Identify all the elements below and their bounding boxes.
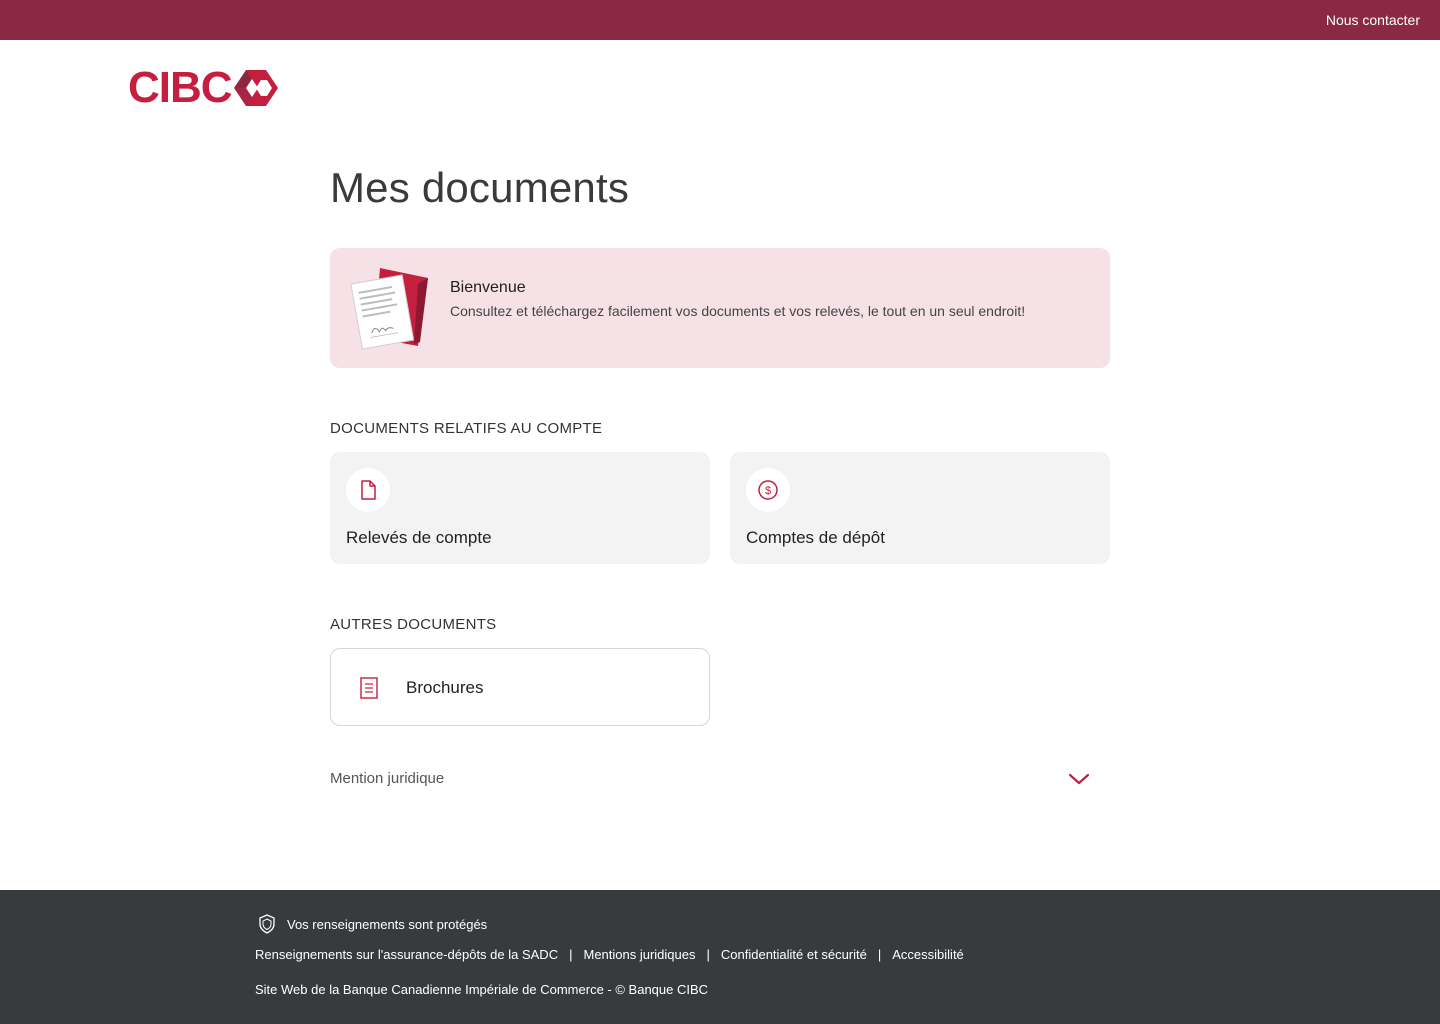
contact-link[interactable]: Nous contacter (1326, 12, 1420, 28)
icon-circle (346, 468, 390, 512)
brochure-icon (360, 677, 378, 699)
cibc-diamond-icon (233, 70, 278, 106)
footer-separator: | (569, 947, 573, 962)
dollar-circle-icon: $ (758, 480, 778, 500)
logo-text: CIBC (128, 63, 233, 112)
top-bar: Nous contacter (0, 0, 1440, 40)
welcome-description: Consultez et téléchargez facilement vos … (450, 303, 1026, 319)
welcome-title: Bienvenue (450, 279, 526, 296)
footer-separator: | (877, 947, 882, 962)
brochures-label: Brochures (406, 678, 484, 697)
protection-text: Vos renseignements sont protégés (287, 916, 488, 932)
chevron-down-icon[interactable] (1068, 772, 1090, 786)
documents-illustration (350, 268, 428, 350)
deposit-accounts-card[interactable]: $ Comptes de dépôt (730, 452, 1110, 564)
footer-separator: | (706, 947, 710, 962)
footer: Vos renseignements sont protégés Renseig… (0, 890, 1440, 1024)
icon-circle: $ (746, 468, 790, 512)
cibc-logo[interactable]: CIBC (128, 66, 278, 110)
legal-mention-toggle[interactable]: Mention juridique (330, 768, 1110, 792)
footer-copyright: Site Web de la Banque Canadienne Impéria… (255, 982, 709, 997)
welcome-banner: Bienvenue Consultez et téléchargez facil… (330, 248, 1110, 368)
shield-icon (259, 914, 275, 934)
legal-mention-label: Mention juridique (330, 770, 445, 787)
protection-notice: Vos renseignements sont protégés (258, 914, 487, 934)
brochures-item[interactable]: Brochures (330, 648, 710, 726)
card-label: Relevés de compte (346, 528, 492, 547)
account-documents-heading: DOCUMENTS RELATIFS AU COMPTE (330, 420, 603, 437)
account-statements-card[interactable]: Relevés de compte (330, 452, 710, 564)
footer-link-privacy[interactable]: Confidentialité et sécurité (721, 947, 867, 962)
footer-link-sadc[interactable]: Renseignements sur l'assurance-dépôts de… (255, 947, 558, 962)
page-title: Mes documents (330, 164, 630, 211)
svg-text:$: $ (765, 485, 771, 497)
card-label: Comptes de dépôt (746, 528, 885, 547)
other-documents-heading: AUTRES DOCUMENTS (330, 616, 497, 633)
footer-link-legal[interactable]: Mentions juridiques (583, 947, 695, 962)
footer-links: Renseignements sur l'assurance-dépôts de… (255, 947, 964, 962)
footer-link-accessibility[interactable]: Accessibilité (892, 947, 964, 962)
document-icon (361, 480, 376, 500)
